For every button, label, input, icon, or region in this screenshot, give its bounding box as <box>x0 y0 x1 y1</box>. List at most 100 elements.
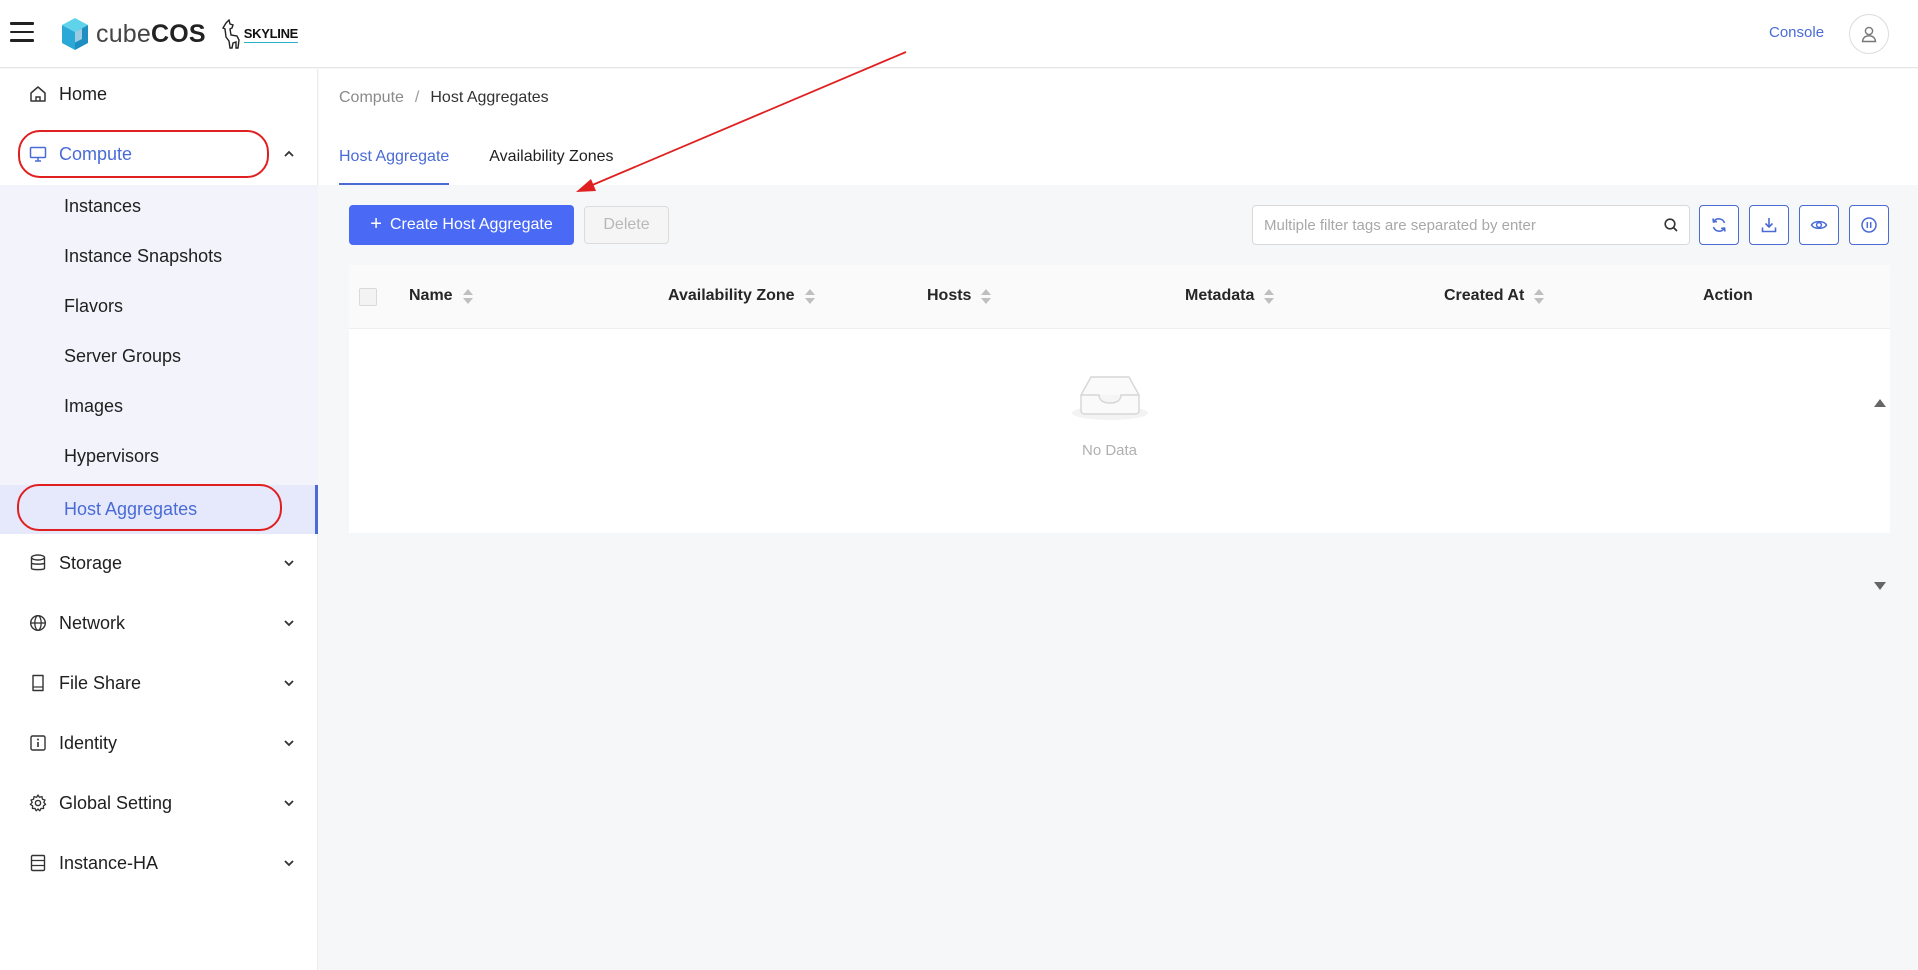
sidebar-item-file-share[interactable]: File Share <box>0 663 318 703</box>
info-icon <box>28 733 48 753</box>
sidebar-item-host-aggregates[interactable]: Host Aggregates <box>0 485 318 534</box>
sidebar-item-network[interactable]: Network <box>0 603 318 643</box>
breadcrumb-separator: / <box>414 89 420 106</box>
chevron-down-icon <box>284 860 294 867</box>
sidebar-item-label: Storage <box>59 552 123 573</box>
sidebar-item-label: Home <box>59 83 108 104</box>
sidebar-item-server-groups[interactable]: Server Groups <box>0 335 318 377</box>
tab-availability-zones[interactable]: Availability Zones <box>489 148 613 185</box>
sidebar-item-instances[interactable]: Instances <box>0 185 318 227</box>
hamburger-menu-icon[interactable] <box>10 22 34 42</box>
sidebar: Home Compute Instances Instance Snapshot… <box>0 69 318 970</box>
chevron-down-icon <box>284 740 294 747</box>
chevron-down-icon <box>284 680 294 687</box>
empty-state: No Data <box>349 329 1886 590</box>
download-button[interactable] <box>1749 205 1789 245</box>
filter-search-box <box>1252 205 1690 245</box>
sidebar-item-identity[interactable]: Identity <box>0 723 318 763</box>
sort-icon <box>462 288 473 304</box>
sidebar-item-flavors[interactable]: Flavors <box>0 285 318 327</box>
sidebar-item-label: Host Aggregates <box>64 499 198 519</box>
app-logo[interactable]: cubeCOS SKYLINE <box>60 16 298 52</box>
select-all-checkbox[interactable] <box>359 288 377 306</box>
skyline-logo: SKYLINE <box>220 19 298 49</box>
create-host-aggregate-button[interactable]: + Create Host Aggregate <box>349 205 574 245</box>
console-link[interactable]: Console <box>1769 24 1824 41</box>
database-icon <box>28 553 48 573</box>
chevron-down-icon <box>284 620 294 627</box>
column-visibility-button[interactable] <box>1799 205 1839 245</box>
sidebar-item-label: Hypervisors <box>64 445 160 466</box>
table-header: Name Availability Zone Hosts Metadata Cr… <box>349 265 1890 329</box>
tab-host-aggregate[interactable]: Host Aggregate <box>339 148 450 185</box>
sidebar-item-label: Network <box>59 612 126 633</box>
chevron-down-icon <box>284 560 294 567</box>
column-header-label: Hosts <box>927 287 972 304</box>
scroll-down-arrow-icon[interactable] <box>1874 582 1886 590</box>
sidebar-item-storage[interactable]: Storage <box>0 543 318 583</box>
empty-state-text: No Data <box>1081 442 1138 459</box>
chevron-up-icon <box>284 150 294 157</box>
column-header-availability-zone[interactable]: Availability Zone <box>668 287 815 305</box>
column-header-label: Created At <box>1444 287 1525 304</box>
refresh-icon <box>1712 218 1726 232</box>
delete-button[interactable]: Delete <box>584 206 669 244</box>
eye-icon <box>1810 220 1828 230</box>
sort-icon <box>1264 288 1275 304</box>
search-input[interactable] <box>1253 206 1653 244</box>
compute-submenu: Instances Instance Snapshots Flavors Ser… <box>0 185 318 534</box>
column-header-label: Name <box>409 287 453 304</box>
file-icon <box>28 673 48 693</box>
sidebar-item-home[interactable]: Home <box>0 74 318 114</box>
globe-icon <box>28 613 48 633</box>
logo-text: cubeCOS <box>96 19 206 48</box>
sidebar-item-label: Global Setting <box>59 792 173 813</box>
column-header-created-at[interactable]: Created At <box>1444 287 1545 305</box>
sort-icon <box>804 288 815 304</box>
sort-icon <box>981 288 992 304</box>
sidebar-item-label: File Share <box>59 672 142 693</box>
user-avatar[interactable] <box>1849 14 1889 54</box>
column-header-hosts[interactable]: Hosts <box>927 287 992 305</box>
refresh-button[interactable] <box>1699 205 1739 245</box>
column-header-metadata[interactable]: Metadata <box>1185 287 1275 305</box>
sidebar-item-label: Compute <box>59 143 133 164</box>
home-icon <box>28 84 48 104</box>
sidebar-item-compute[interactable]: Compute <box>0 134 318 174</box>
server-icon <box>28 853 48 873</box>
top-header: cubeCOS SKYLINE Console <box>0 0 1918 68</box>
download-icon <box>1761 218 1777 233</box>
column-header-label: Availability Zone <box>668 287 795 304</box>
sort-icon <box>1534 288 1545 304</box>
column-header-action: Action <box>1703 287 1753 305</box>
sidebar-item-label: Server Groups <box>64 345 182 366</box>
sidebar-item-label: Instances <box>64 195 142 216</box>
sidebar-item-label: Identity <box>59 732 118 753</box>
sidebar-item-instance-snapshots[interactable]: Instance Snapshots <box>0 235 318 277</box>
sidebar-item-label: Instance-HA <box>59 852 159 873</box>
cube-logo-icon <box>62 18 88 50</box>
column-header-label: Metadata <box>1185 287 1255 304</box>
sidebar-item-label: Flavors <box>64 295 124 316</box>
breadcrumb-parent[interactable]: Compute <box>339 89 404 107</box>
monitor-icon <box>28 144 48 164</box>
user-icon <box>1861 26 1877 43</box>
sidebar-item-images[interactable]: Images <box>0 385 318 427</box>
empty-inbox-icon <box>1072 376 1148 420</box>
sidebar-item-label: Images <box>64 395 124 416</box>
gear-icon <box>28 793 48 813</box>
column-header-name[interactable]: Name <box>409 287 473 305</box>
host-aggregate-table: Name Availability Zone Hosts Metadata Cr… <box>349 265 1890 590</box>
search-icon[interactable] <box>1663 217 1679 233</box>
scroll-up-arrow-icon[interactable] <box>1874 399 1886 407</box>
pause-refresh-button[interactable] <box>1849 205 1889 245</box>
breadcrumb: Compute / Host Aggregates <box>339 89 549 107</box>
chevron-down-icon <box>284 800 294 807</box>
sidebar-item-instance-ha[interactable]: Instance-HA <box>0 843 318 883</box>
sidebar-item-hypervisors[interactable]: Hypervisors <box>0 435 318 477</box>
pause-icon <box>1861 217 1877 233</box>
column-header-label: Action <box>1703 287 1753 304</box>
sidebar-item-global-setting[interactable]: Global Setting <box>0 783 318 823</box>
breadcrumb-current: Host Aggregates <box>430 89 549 106</box>
plus-icon: + <box>370 212 382 235</box>
